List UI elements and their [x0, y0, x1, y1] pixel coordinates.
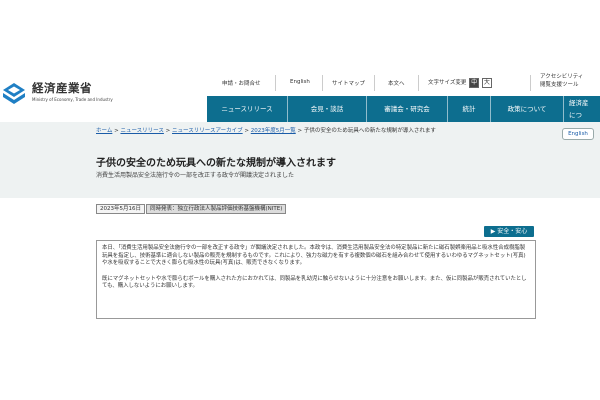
- joint-release-badge: 同時発表：独立行政法人製品評価技術基盤機構(NITE): [146, 204, 287, 214]
- nav-item-councils[interactable]: 審議会・研究会: [367, 96, 447, 122]
- breadcrumb-separator: >: [114, 128, 119, 134]
- nav-item-policy[interactable]: 政策について: [491, 96, 563, 122]
- english-link[interactable]: English: [290, 79, 310, 85]
- breadcrumb-separator: >: [244, 128, 249, 134]
- sitemap-link[interactable]: サイトマップ: [332, 79, 365, 87]
- breadcrumb-archive[interactable]: ニュースリリースアーカイブ: [172, 128, 243, 134]
- site-logo[interactable]: 経済産業省 Ministry of Economy, Trade and Ind…: [0, 78, 120, 108]
- text-size-medium-button[interactable]: 中: [469, 78, 480, 88]
- category-tag-button[interactable]: ▶ 安全・安心: [484, 226, 534, 237]
- release-date: 2023年5月16日: [96, 204, 145, 214]
- english-page-button[interactable]: English: [562, 128, 594, 140]
- body-paragraph-2: 既にマグネットセットや水で膨らむボールを購入された方におかれては、同製品を乳幼児…: [102, 275, 527, 290]
- nav-item-press-conference[interactable]: 会見・談話: [288, 96, 366, 122]
- breadcrumb-separator: >: [297, 128, 303, 134]
- main-nav: ニュースリリース 会見・談話 審議会・研究会 統計 政策について 経済産 につ: [207, 96, 600, 122]
- page-title: 子供の安全のため玩具への新たな規制が導入されます: [96, 158, 336, 169]
- divider: [275, 75, 276, 91]
- nav-item-news-release[interactable]: ニュースリリース: [207, 96, 287, 122]
- breadcrumb-news-release[interactable]: ニュースリリース: [120, 128, 163, 134]
- logo-subtitle: Ministry of Economy, Trade and Industry: [32, 97, 113, 102]
- article-body: 本日、「消費生活用製品安全法施行令の一部を改正する政令」が閣議決定されました。本…: [96, 240, 536, 319]
- divider: [418, 75, 419, 91]
- nav-item-meti-info[interactable]: 経済産 につ: [569, 98, 589, 120]
- breadcrumb-home[interactable]: ホーム: [96, 128, 112, 134]
- body-paragraph-1: 本日、「消費生活用製品安全法施行令の一部を改正する政令」が閣議決定されました。本…: [102, 245, 526, 267]
- category-tag-label: 安全・安心: [497, 228, 528, 235]
- divider: [530, 75, 531, 91]
- accessibility-label: アクセシビリティ: [540, 74, 584, 80]
- nav-divider: [563, 96, 564, 122]
- contact-link[interactable]: 申請・お問合せ: [222, 79, 261, 87]
- nav-item-meti-line1: 経済産: [569, 99, 589, 107]
- breadcrumb-separator: >: [165, 128, 171, 134]
- text-size-large-button[interactable]: 大: [481, 78, 492, 88]
- page-subtitle: 消費生活用製品安全法施行令の一部を改正する政令が閣議決定されました: [96, 172, 295, 179]
- arrow-right-icon: ▶: [490, 228, 496, 235]
- divider: [322, 75, 323, 91]
- divider: [374, 75, 375, 91]
- text-size-label: 文字サイズ変更: [428, 80, 467, 86]
- nav-item-meti-line2: につ: [569, 111, 582, 119]
- nav-item-statistics[interactable]: 統計: [448, 96, 490, 122]
- logo-title: 経済産業省: [32, 81, 92, 95]
- text-size-control: 文字サイズ変更 中 大: [428, 78, 492, 88]
- accessibility-link[interactable]: アクセシビリティ 閲覧支援ツール: [540, 73, 583, 89]
- skip-to-content-link[interactable]: 本文へ: [388, 79, 405, 87]
- breadcrumb-current: 子供の安全のため玩具への新たな規制が導入されます: [303, 128, 436, 134]
- meti-logo-icon: [3, 83, 25, 104]
- breadcrumb: ホーム > ニュースリリース > ニュースリリースアーカイブ > 2023年度5…: [96, 127, 556, 135]
- breadcrumb-month-list[interactable]: 2023年度5月一覧: [251, 128, 296, 134]
- reading-support-label: 閲覧支援ツール: [540, 82, 579, 88]
